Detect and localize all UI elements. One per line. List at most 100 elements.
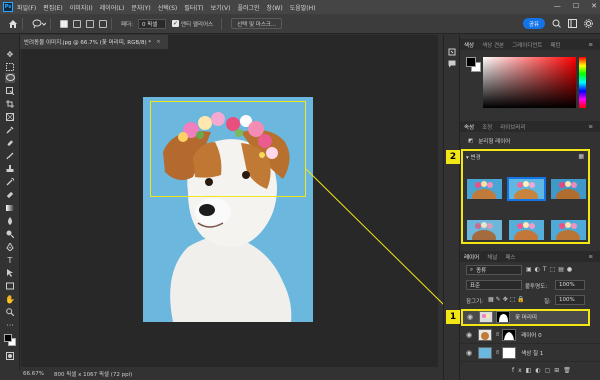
tab-color[interactable]: 색상: [460, 41, 478, 49]
layer-bottom-icons[interactable]: fx◧◐▢⊞🗑: [512, 367, 575, 374]
comments-panel-icon[interactable]: [447, 59, 457, 69]
tab-patterns[interactable]: 패턴: [547, 41, 565, 49]
eye-icon[interactable]: ◉: [464, 349, 474, 357]
menu-plugins[interactable]: 플러그인: [237, 3, 259, 12]
presets-header[interactable]: ▾ 변경: [466, 153, 481, 161]
type-tool-icon[interactable]: T: [5, 255, 15, 265]
eyedropper-tool-icon[interactable]: [5, 125, 15, 135]
eye-icon[interactable]: ◉: [465, 313, 475, 321]
healing-brush-tool-icon[interactable]: [5, 138, 15, 148]
menu-image[interactable]: 이미지(I): [70, 3, 93, 12]
canvas-area[interactable]: [21, 49, 445, 367]
menu-help[interactable]: 도움말(H): [290, 3, 316, 12]
layer-row-layer0[interactable]: ◉ 8 레이어 0: [460, 327, 600, 344]
menu-view[interactable]: 보기(V): [211, 3, 231, 12]
hue-slider[interactable]: [579, 57, 586, 108]
callout-2: 2: [446, 150, 460, 164]
divider: [22, 17, 23, 30]
preset-thumbnail[interactable]: [467, 179, 502, 199]
intersect-selection-icon[interactable]: [99, 19, 107, 28]
lock-icons[interactable]: ▦✎✥⬚🔒: [488, 296, 527, 303]
tab-paths[interactable]: 패스: [501, 253, 519, 261]
history-panel-icon[interactable]: [447, 47, 457, 57]
foreground-color-swatch[interactable]: [4, 334, 12, 342]
menu-edit[interactable]: 편집(E): [43, 3, 63, 12]
tab-channels[interactable]: 채널: [483, 253, 501, 261]
object-select-tool-icon[interactable]: [5, 86, 15, 96]
panel-menu-icon[interactable]: ≡: [584, 42, 597, 48]
close-window-icon[interactable]: ✕: [591, 2, 597, 10]
menu-file[interactable]: 파일(F): [17, 3, 36, 12]
home-icon[interactable]: [8, 19, 18, 29]
share-button[interactable]: 공유: [523, 18, 545, 29]
tab-properties[interactable]: 속성: [460, 123, 478, 131]
menu-window[interactable]: 창(W): [267, 3, 283, 12]
blur-tool-icon[interactable]: [5, 216, 15, 226]
tab-gradients[interactable]: 그레이디언트: [508, 41, 546, 49]
gradient-tool-icon[interactable]: [5, 203, 15, 213]
layer-filter-select[interactable]: ⌕ 종류: [466, 265, 522, 275]
settings-icon[interactable]: [583, 18, 594, 29]
document-tab[interactable]: 반려동물 이미지.jpg @ 66.7% (꽃 머리띠, RGB/8) * ×: [20, 35, 168, 49]
lasso-tool-preset-icon[interactable]: [32, 19, 46, 29]
new-selection-icon[interactable]: [60, 19, 68, 28]
quick-mask-icon[interactable]: [5, 351, 15, 361]
presets-label: 변경: [470, 155, 481, 161]
layer-row-flower-crown[interactable]: ◉ 꽃 머리띠: [461, 309, 590, 326]
rectangle-tool-icon[interactable]: [5, 281, 15, 291]
marquee-tool-icon[interactable]: [5, 62, 15, 72]
frame-tool-icon[interactable]: [5, 112, 15, 122]
preset-thumbnail-selected[interactable]: [507, 177, 546, 201]
menu-filter[interactable]: 필터(T): [184, 3, 203, 12]
eraser-tool-icon[interactable]: [5, 190, 15, 200]
menu-type[interactable]: 문자(Y): [131, 3, 150, 12]
move-tool-icon[interactable]: ✥: [5, 49, 15, 59]
foreground-swatch[interactable]: [466, 57, 476, 67]
hand-tool-icon[interactable]: ✋: [5, 294, 15, 304]
crop-tool-icon[interactable]: [5, 99, 15, 109]
close-tab-icon[interactable]: ×: [156, 39, 161, 45]
panel-menu-icon[interactable]: ≡: [584, 254, 597, 260]
panel-menu-icon[interactable]: ≡: [584, 124, 597, 130]
lasso-tool-icon[interactable]: [5, 73, 15, 83]
fill-input[interactable]: 100%: [555, 295, 585, 305]
opacity-input[interactable]: 100%: [555, 280, 585, 290]
zoom-tool-icon[interactable]: [5, 307, 15, 317]
path-select-tool-icon[interactable]: [5, 268, 15, 278]
layer-filter-icons[interactable]: ▣◐T⬚▤●: [526, 266, 575, 273]
pen-tool-icon[interactable]: [5, 242, 15, 252]
tab-adjustments[interactable]: 조정: [478, 123, 496, 131]
history-brush-tool-icon[interactable]: [5, 177, 15, 187]
adjustment-presets-section: ▾ 변경 ▦: [461, 149, 590, 244]
workspace-icon[interactable]: [567, 18, 578, 29]
blend-mode-select[interactable]: 표준: [466, 280, 522, 290]
layer-type-label: 분리형 레이어: [478, 139, 511, 145]
select-and-mask-button[interactable]: 선택 및 마스크...: [231, 18, 283, 29]
preset-thumbnail[interactable]: [467, 220, 502, 240]
feather-input[interactable]: 0 픽셀: [137, 18, 166, 29]
tab-swatches[interactable]: 색상 견본: [478, 41, 508, 49]
minimize-icon[interactable]: —: [554, 2, 561, 10]
more-tools-icon[interactable]: ···: [5, 320, 15, 330]
tab-layers[interactable]: 레이어: [460, 253, 483, 261]
maximize-icon[interactable]: ☐: [573, 2, 579, 10]
menu-layer[interactable]: 레이어(L): [100, 3, 125, 12]
zoom-readout[interactable]: 66.67%: [23, 371, 44, 377]
color-field[interactable]: [483, 57, 576, 108]
tab-libraries[interactable]: 라이브러리: [496, 123, 529, 131]
layer-thumbnail: [479, 311, 493, 323]
layer-row-color-fill[interactable]: ◉ 8 색상 칠 1: [460, 345, 600, 362]
antialias-checkbox[interactable]: ✓ 앤티 앨리어스: [171, 20, 213, 28]
subtract-selection-icon[interactable]: [86, 19, 94, 28]
brush-tool-icon[interactable]: [5, 151, 15, 161]
menu-select[interactable]: 선택(S): [158, 3, 178, 12]
preset-thumbnail[interactable]: [551, 179, 586, 199]
search-icon[interactable]: [551, 18, 562, 29]
grid-view-icon[interactable]: ▦: [578, 153, 584, 160]
preset-thumbnail[interactable]: [551, 220, 586, 240]
dodge-tool-icon[interactable]: [5, 229, 15, 239]
eye-icon[interactable]: ◉: [464, 331, 474, 339]
clone-stamp-tool-icon[interactable]: [5, 164, 15, 174]
preset-thumbnail[interactable]: [509, 220, 544, 240]
add-selection-icon[interactable]: [73, 19, 81, 28]
